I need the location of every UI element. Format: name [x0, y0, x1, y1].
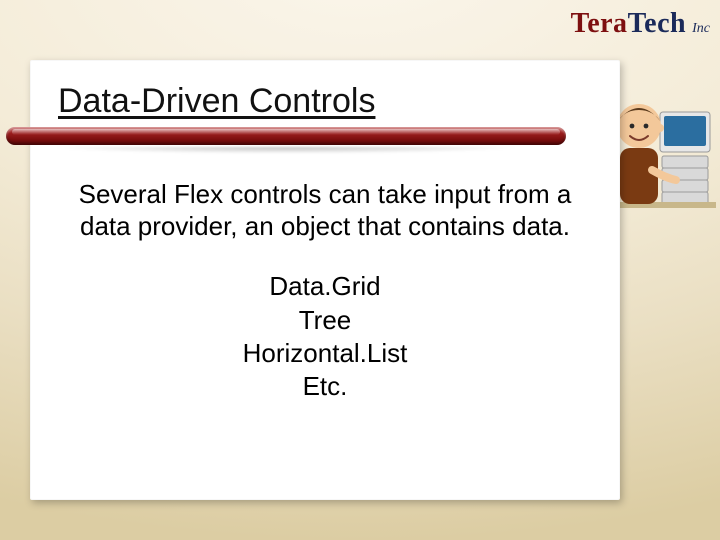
- slide-intro-text: Several Flex controls can take input fro…: [64, 179, 586, 242]
- list-item: Data.Grid: [56, 270, 594, 303]
- list-item: Etc.: [56, 370, 594, 403]
- mascot-icon: [606, 60, 716, 230]
- list-item: Horizontal.List: [56, 337, 594, 370]
- slide-stage: Tera Tech Inc: [0, 0, 720, 540]
- mascot-illustration: [606, 60, 716, 230]
- teratech-logo: Tera Tech Inc: [571, 8, 710, 40]
- list-item: Tree: [56, 304, 594, 337]
- logo-inc-text: Inc: [692, 21, 710, 37]
- title-underline-bar: [6, 127, 566, 157]
- controls-list: Data.Grid Tree Horizontal.List Etc.: [56, 270, 594, 403]
- logo-tech-text: Tech: [628, 8, 687, 40]
- slide-panel: Data-Driven Controls Several Flex contro…: [30, 60, 620, 500]
- slide-title: Data-Driven Controls: [58, 82, 594, 121]
- logo-tera-text: Tera: [571, 8, 628, 40]
- top-bar: Tera Tech Inc: [0, 0, 720, 48]
